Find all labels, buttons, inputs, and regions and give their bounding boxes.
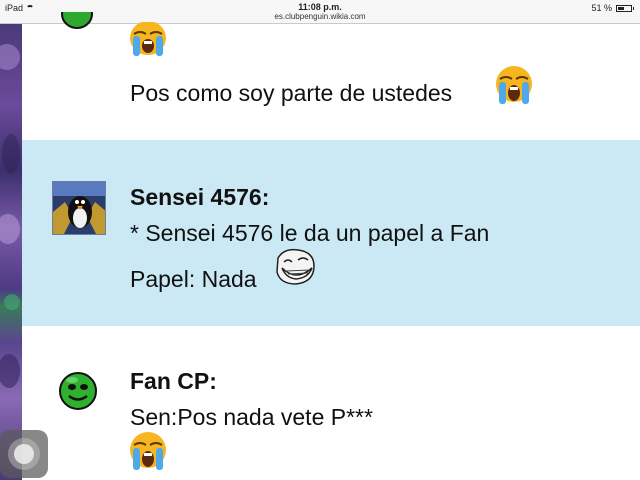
message-author[interactable]: Fan CP:: [130, 368, 217, 395]
background-decoration: [2, 134, 20, 174]
troll-face-icon: [274, 248, 316, 291]
message-text: Sen:Pos nada vete P***: [130, 404, 373, 430]
address-url[interactable]: es.clubpenguin.wikia.com: [0, 12, 640, 21]
assistive-touch-dot: [14, 444, 34, 464]
page-background-strip: [0, 24, 22, 480]
status-right: 51 %: [591, 3, 634, 13]
loudly-crying-face-icon: [494, 66, 534, 111]
avatar[interactable]: [52, 181, 106, 235]
assistive-touch-button[interactable]: [0, 430, 48, 478]
loudly-crying-face-icon: [128, 432, 168, 477]
status-time: 11:08 p.m.: [298, 2, 342, 12]
chat-message-highlighted: Sensei 4576: * Sensei 4576 le da un pape…: [22, 140, 640, 326]
battery-tip: [633, 6, 634, 10]
loudly-crying-face-icon: [128, 21, 168, 63]
chat-message: Fan CP: Sen:Pos nada vete P***: [22, 326, 640, 480]
background-decoration: [0, 354, 20, 388]
message-author[interactable]: Sensei 4576:: [130, 184, 269, 211]
message-text: * Sensei 4576 le da un papel a Fan: [130, 220, 490, 246]
background-decoration: [4, 294, 20, 310]
battery-percentage: 51 %: [591, 3, 612, 13]
avatar-green-partial: [61, 12, 93, 29]
battery-level-fill: [618, 6, 624, 10]
avatar[interactable]: [58, 371, 98, 411]
battery-icon: [616, 4, 632, 12]
chat-message: Pos como soy parte de ustedes: [22, 12, 640, 140]
status-bar: iPad 11:08 p.m. es.clubpenguin.wikia.com…: [0, 0, 640, 24]
background-decoration: [0, 214, 20, 244]
penguin-avatar-icon: [53, 182, 105, 234]
background-decoration: [0, 44, 20, 70]
message-text: Papel: Nada: [130, 266, 257, 292]
message-text: Pos como soy parte de ustedes: [130, 80, 453, 106]
